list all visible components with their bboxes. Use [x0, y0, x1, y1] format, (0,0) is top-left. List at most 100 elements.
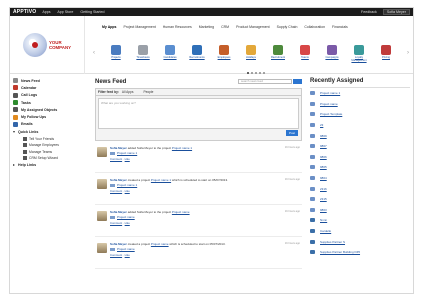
feed-user-link[interactable]: Sofia Meyer	[110, 146, 127, 150]
app-tab[interactable]: My Apps	[102, 25, 116, 29]
comment-link[interactable]: Comment	[110, 157, 122, 161]
sidebar-item[interactable]: Call Logs	[13, 92, 88, 99]
app-icon	[354, 45, 364, 55]
recent-item[interactable]: 9865	[310, 162, 410, 173]
sidebar-item[interactable]: News Feed	[13, 77, 88, 84]
sidebar-item[interactable]: Calendar	[13, 84, 88, 91]
app-tab[interactable]: CRM	[221, 25, 229, 29]
recent-item[interactable]: 9869	[310, 130, 410, 141]
app-tab[interactable]: Financials	[332, 25, 348, 29]
recent-item[interactable]: 9863	[310, 205, 410, 216]
top-nav-getting-started[interactable]: Getting Started	[80, 10, 104, 14]
avatar[interactable]	[97, 211, 107, 221]
feed-user-link[interactable]: Sofia Meyer	[110, 178, 127, 182]
quick-link-icon	[23, 156, 27, 161]
app-tab[interactable]: Project Management	[123, 25, 155, 29]
quick-link-label: Manage Teams	[29, 149, 53, 154]
app-icon-item[interactable]: Holidays	[239, 45, 263, 62]
recent-item[interactable]: Project Template	[310, 109, 410, 120]
app-icon	[165, 45, 175, 55]
sidebar-item[interactable]: My Assigned Objects	[13, 106, 88, 113]
comment-link[interactable]: Comment	[110, 189, 122, 193]
app-icon	[327, 45, 337, 55]
app-window: APPTIVO Apps App Store Getting Started F…	[9, 7, 414, 294]
recent-item[interactable]: 23	[310, 120, 410, 131]
sidebar-item[interactable]: Tasks	[13, 99, 88, 106]
feed-search-button[interactable]	[293, 79, 302, 84]
app-icon-item[interactable]: Campaigns	[320, 45, 344, 62]
app-icon-item[interactable]: Recruitment	[266, 45, 290, 62]
user-menu[interactable]: Sofia Meyer	[382, 9, 410, 15]
feed-item: Sofia Meyer created a project Project na…	[95, 173, 302, 205]
recent-item[interactable]: Supplies Partner S	[310, 236, 410, 247]
comment-link[interactable]: Comment	[110, 253, 122, 257]
recent-item[interactable]: Project name 1	[310, 88, 410, 99]
feed-project-link[interactable]: Project name	[151, 242, 169, 246]
post-button[interactable]: Post	[286, 130, 298, 136]
feed-project-link[interactable]: Project name 1	[172, 146, 192, 150]
chevron-down-icon	[13, 130, 15, 133]
help-links-toggle[interactable]: Help Links	[13, 161, 88, 168]
app-icon-item[interactable]: Teams	[293, 45, 317, 62]
app-icon-item[interactable]: Timesheets	[131, 45, 155, 62]
left-sidebar: News Feed Calendar Call Logs Tasks My Assign…	[13, 77, 88, 169]
top-nav-app-store[interactable]: App Store	[57, 10, 73, 14]
app-tab[interactable]: Product Management	[236, 25, 269, 29]
avatar[interactable]	[97, 243, 107, 253]
feed-tail-text: which is scheduled to start on 05/07/201…	[171, 178, 228, 182]
feed-project-link[interactable]: Project name	[172, 210, 190, 214]
app-tab[interactable]: Marketing	[199, 25, 214, 29]
next-arrow-icon[interactable]: ›	[407, 50, 409, 56]
feed-project-name: Project name	[117, 247, 135, 252]
feed-project-link[interactable]: Project name 1	[151, 178, 171, 182]
feedback-link[interactable]: Feedback	[361, 10, 377, 14]
recent-item[interactable]: 2316	[310, 183, 410, 194]
quick-links-toggle[interactable]: Quick Links	[13, 128, 88, 135]
like-link[interactable]: Like	[125, 157, 130, 161]
comment-link[interactable]: Comment	[110, 221, 122, 225]
app-tab[interactable]: Collaboration	[304, 25, 325, 29]
app-icon-item[interactable]: Employees	[212, 45, 236, 62]
sidebar-item-label: Calendar	[21, 85, 37, 90]
recent-item[interactable]: Project name	[310, 99, 410, 110]
top-nav: Apps App Store Getting Started	[42, 10, 110, 14]
avatar[interactable]	[97, 147, 107, 157]
sidebar-item[interactable]: Emails	[13, 121, 88, 128]
recent-item[interactable]: Nnnn	[310, 215, 410, 226]
recent-item[interactable]: 9864	[310, 173, 410, 184]
app-icon	[381, 45, 391, 55]
like-link[interactable]: Like	[125, 189, 130, 193]
app-icon-item[interactable]: Loyalty Management	[347, 45, 371, 62]
carousel-dots[interactable]	[247, 72, 267, 74]
app-icon	[111, 45, 121, 55]
prev-arrow-icon[interactable]: ‹	[93, 50, 95, 56]
feed-item: Sofia Meyer created a project Project na…	[95, 237, 302, 269]
feed-user-link[interactable]: Sofia Meyer	[110, 210, 127, 214]
feed-user-link[interactable]: Sofia Meyer	[110, 242, 127, 246]
filter-people-select[interactable]: People	[143, 90, 153, 94]
sidebar-item[interactable]: My Follow Ups	[13, 113, 88, 120]
recent-item[interactable]: Supplies Partner Building Fill5	[310, 247, 410, 258]
feed-project-ref[interactable]: Project name 1	[110, 183, 302, 187]
top-nav-apps[interactable]: Apps	[42, 10, 50, 14]
recent-item[interactable]: 9866	[310, 152, 410, 163]
like-link[interactable]: Like	[125, 221, 130, 225]
app-icon-item[interactable]: Pricing	[374, 45, 398, 62]
recent-item[interactable]: 9867	[310, 141, 410, 152]
recent-item[interactable]: Cardello	[310, 226, 410, 237]
avatar[interactable]	[97, 179, 107, 189]
app-tab[interactable]: Human Resources	[163, 25, 192, 29]
recent-item[interactable]: 2315	[310, 194, 410, 205]
app-icon-item[interactable]: Recruitments	[185, 45, 209, 62]
app-icon-item[interactable]: Projects	[104, 45, 128, 62]
feed-project-ref[interactable]: Project name	[110, 215, 302, 219]
feed-project-ref[interactable]: Project name	[110, 247, 302, 251]
apptivo-logo[interactable]: APPTIVO	[13, 9, 36, 15]
feed-project-ref[interactable]: Project name 1	[110, 151, 302, 155]
status-textarea[interactable]: What are you working on?	[98, 98, 299, 129]
filter-apps-select[interactable]: All Apps	[122, 90, 134, 94]
feed-search-input[interactable]: search news feed	[238, 79, 292, 84]
app-tab[interactable]: Supply Chain	[277, 25, 298, 29]
app-icon-item[interactable]: Candidates	[158, 45, 182, 62]
like-link[interactable]: Like	[125, 253, 130, 257]
